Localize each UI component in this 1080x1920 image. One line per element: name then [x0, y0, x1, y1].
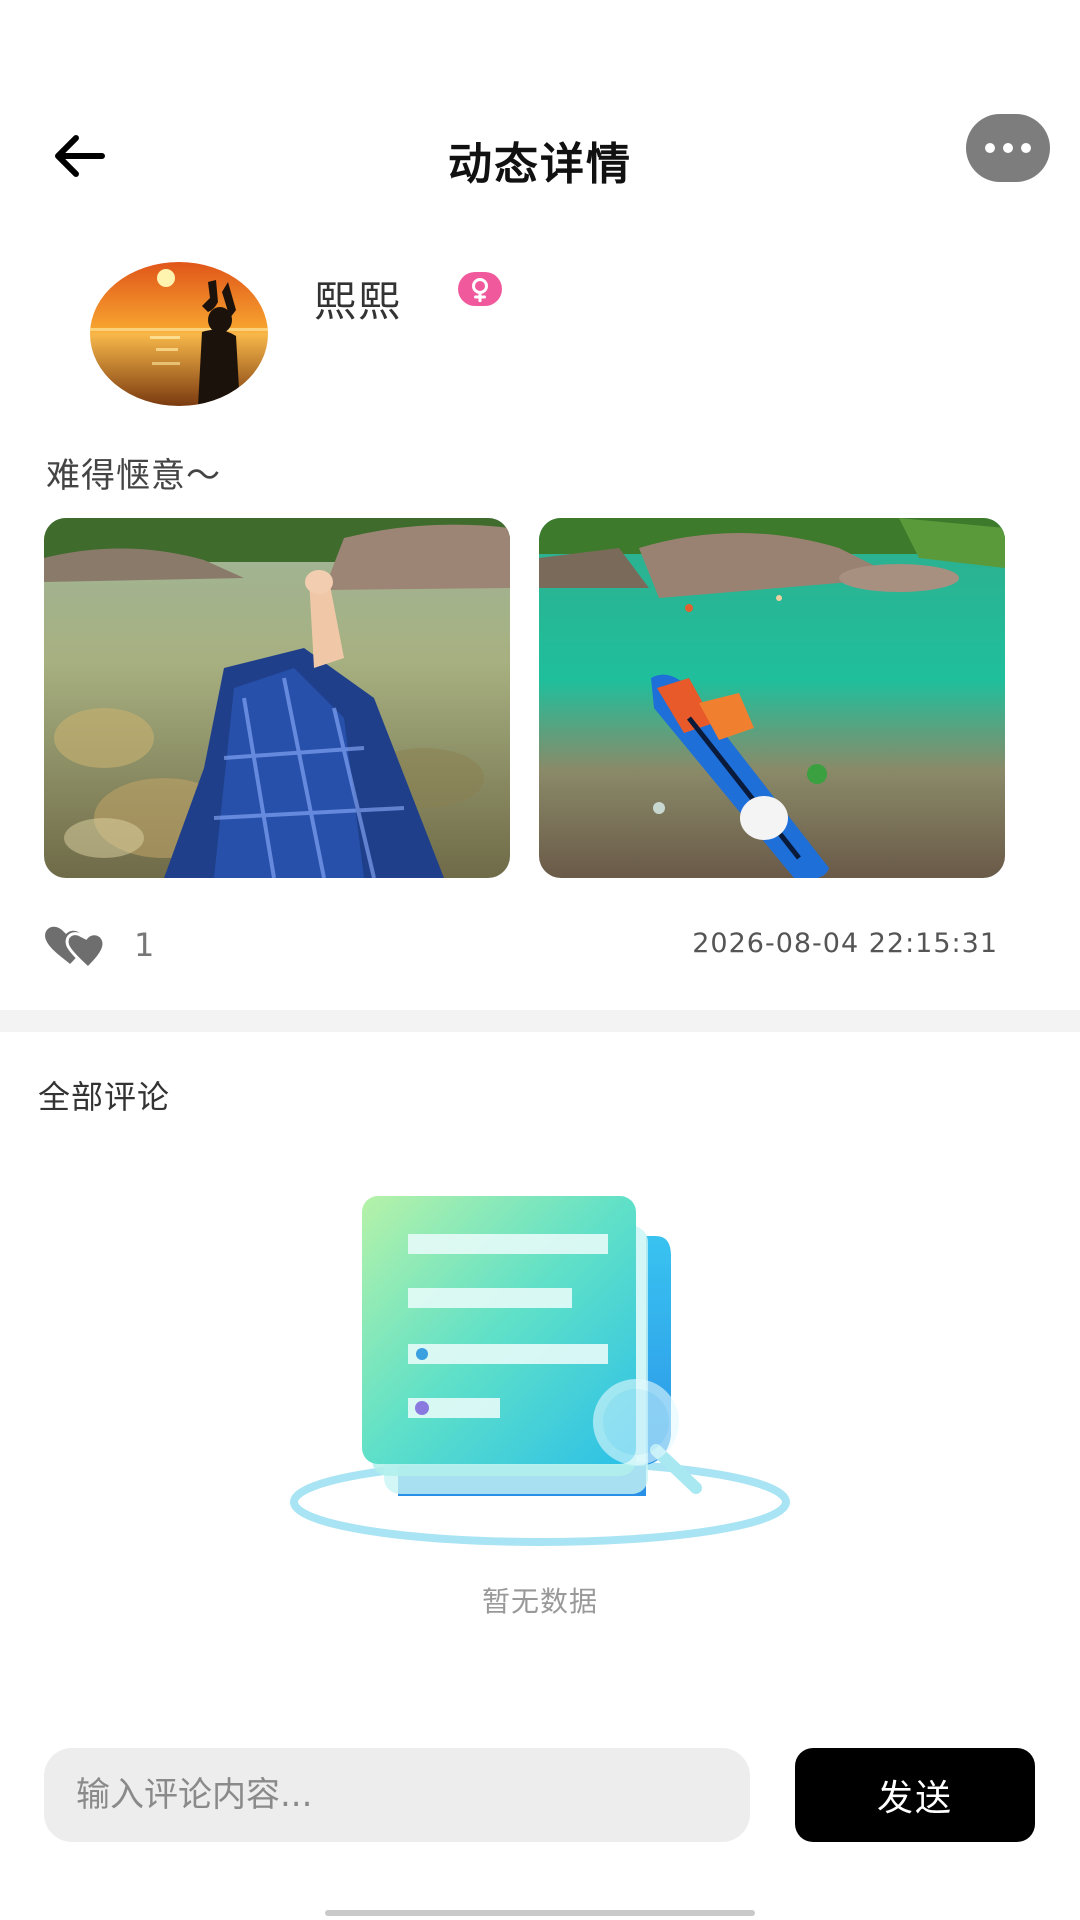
post-text: 难得惬意～ — [46, 456, 221, 496]
more-dots-icon — [985, 143, 995, 153]
section-divider — [0, 1010, 1080, 1032]
heart-icon — [45, 926, 106, 971]
send-button[interactable]: 发送 — [795, 1748, 1035, 1842]
more-dot — [1003, 143, 1013, 153]
empty-state-text: 暂无数据 — [481, 1585, 598, 1618]
author-row: 熙熙 — [0, 262, 1080, 412]
post-meta-row: 1 2026-08-04 22:15:31 — [0, 918, 1080, 974]
home-indicator — [325, 1910, 755, 1916]
avatar-image — [90, 262, 268, 406]
empty-state-illustration — [286, 1196, 796, 1566]
more-button[interactable] — [966, 114, 1050, 182]
gender-badge — [458, 272, 502, 306]
like-button[interactable] — [42, 922, 108, 972]
username: 熙熙 — [314, 277, 403, 326]
avatar[interactable] — [90, 262, 268, 406]
header-bar: 动态详情 — [0, 100, 1080, 212]
female-icon — [472, 278, 488, 302]
post-photo-2[interactable] — [539, 518, 1005, 878]
more-dot — [1021, 143, 1031, 153]
like-count: 1 — [134, 926, 155, 964]
comments-title: 全部评论 — [38, 1078, 171, 1116]
post-timestamp: 2026-08-04 22:15:31 — [692, 928, 998, 959]
river-feet-image — [44, 518, 510, 878]
comment-input[interactable] — [44, 1748, 750, 1842]
river-paddleboard-image — [539, 518, 1005, 878]
post-photo-1[interactable] — [44, 518, 510, 878]
page-title: 动态详情 — [448, 139, 632, 190]
